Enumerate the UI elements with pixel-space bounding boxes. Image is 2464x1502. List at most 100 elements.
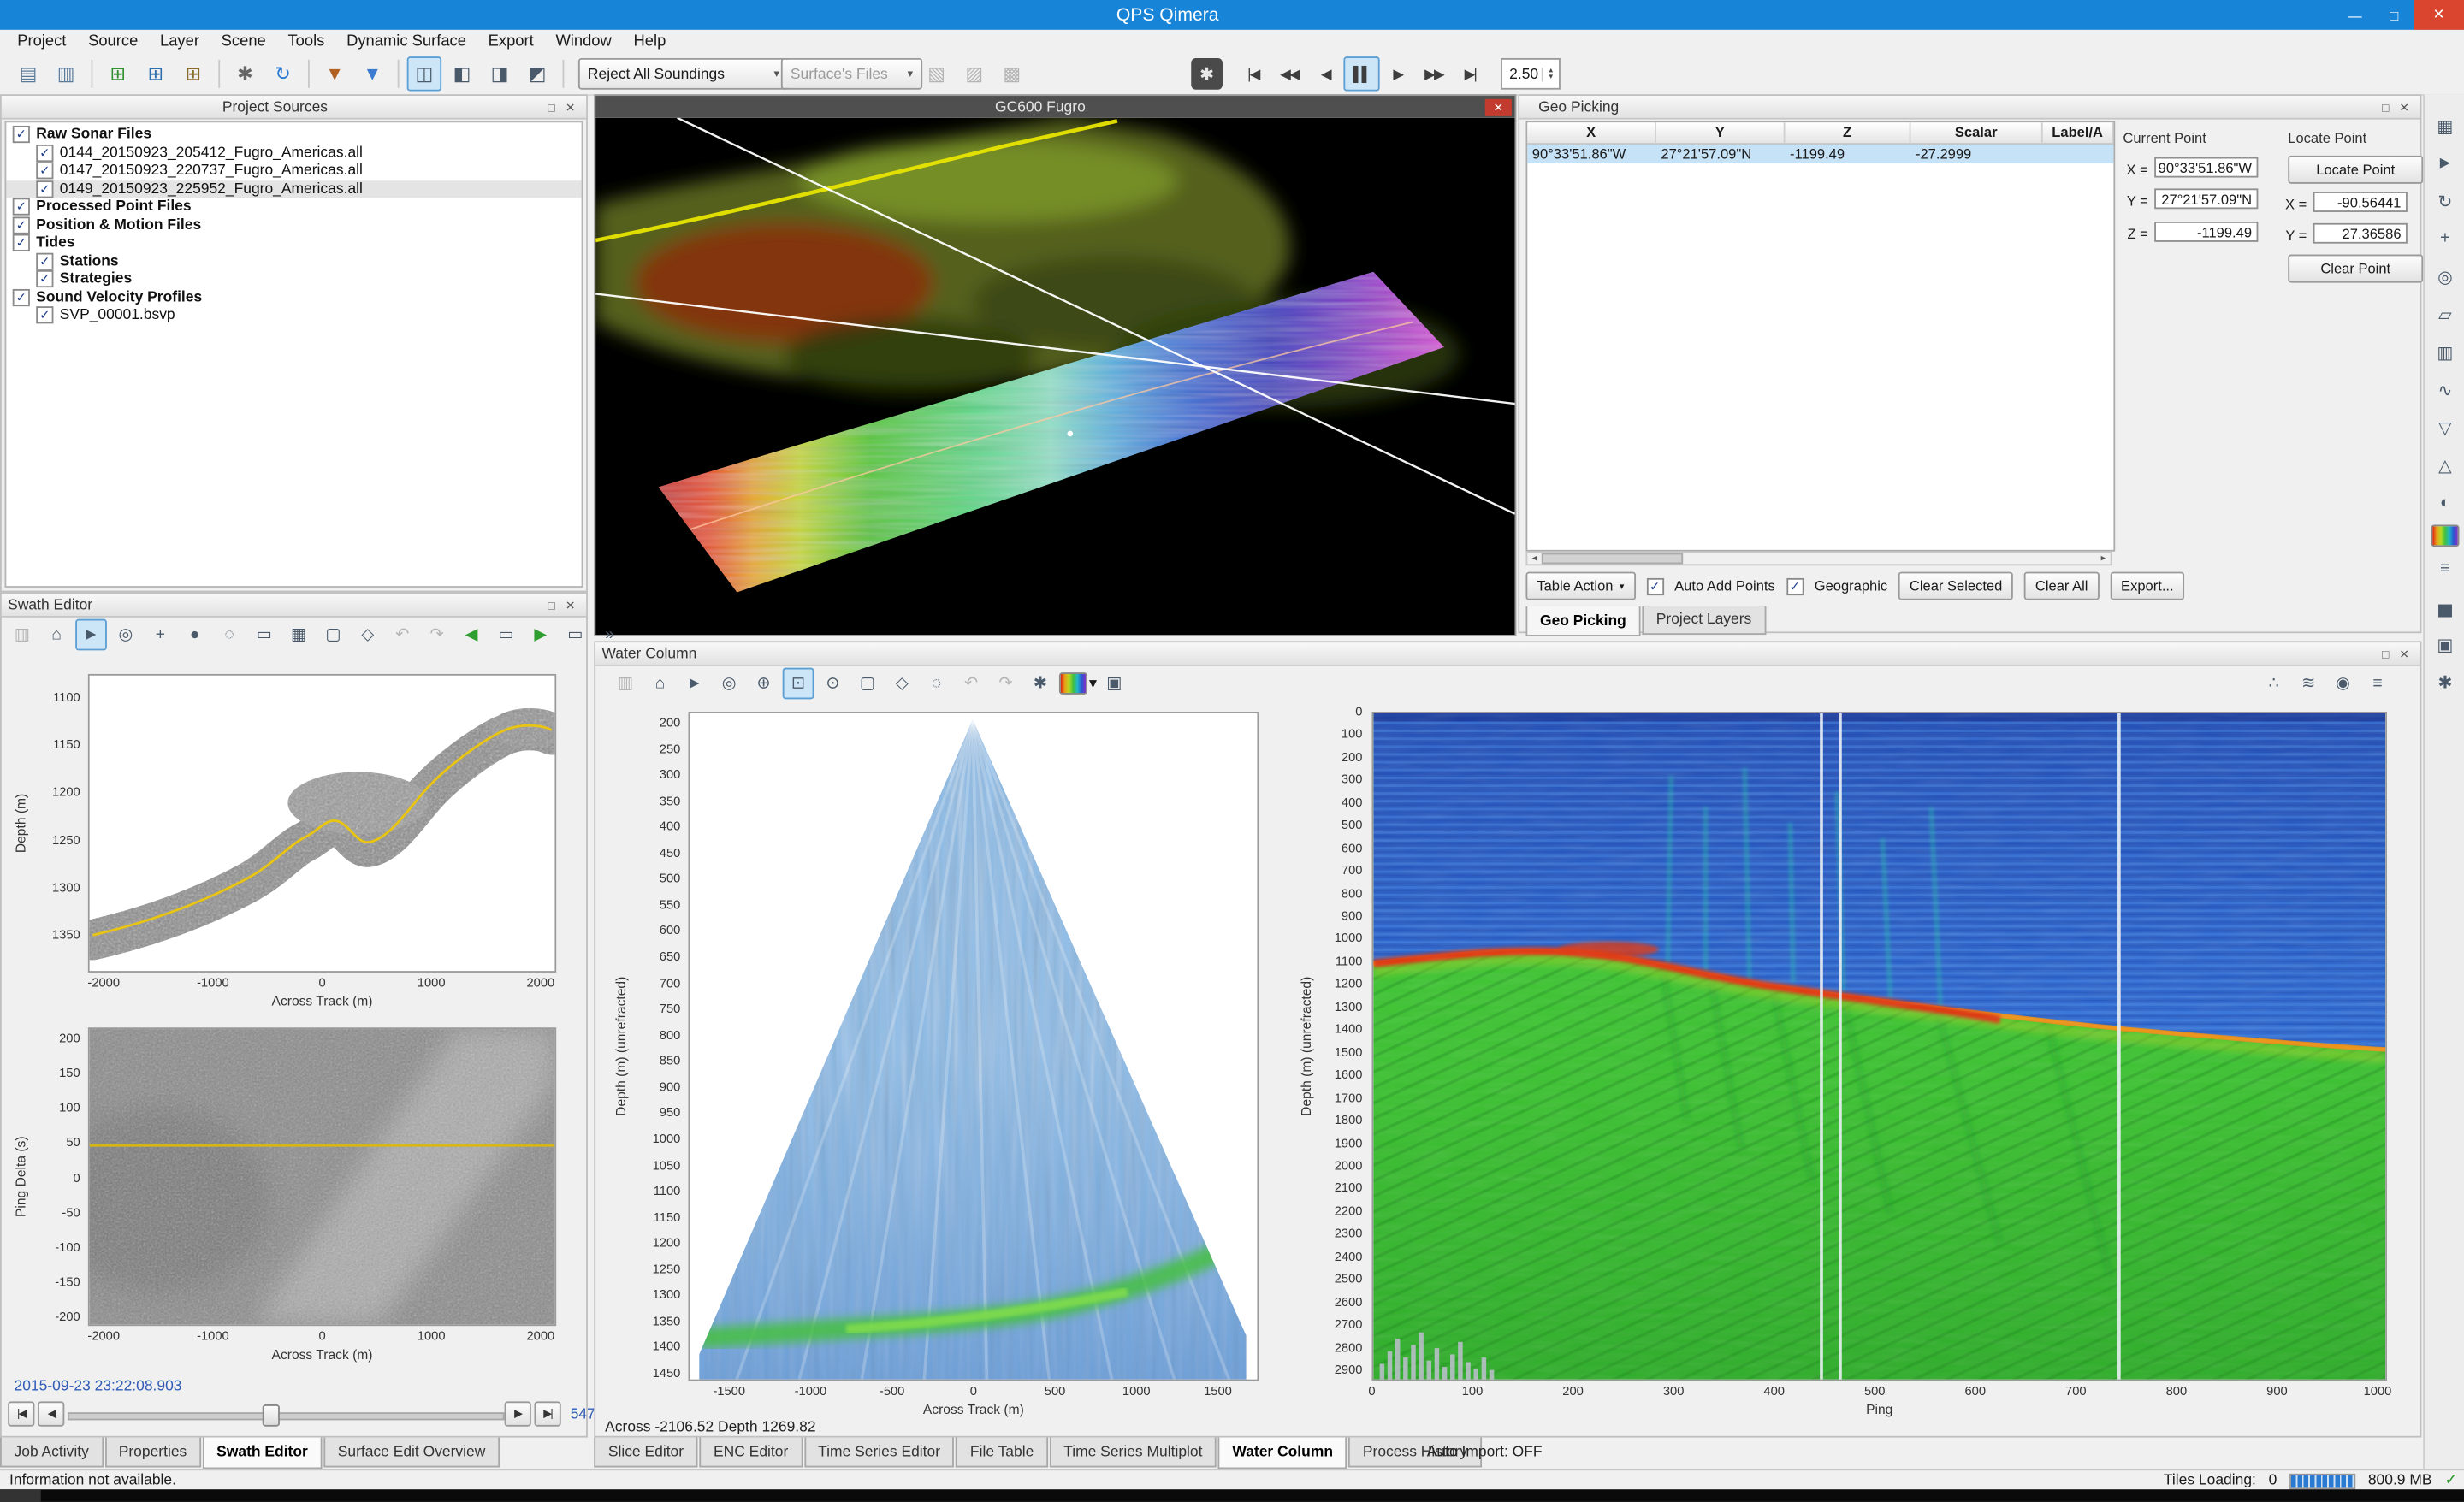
zoom-box-icon[interactable]: ⊡ — [783, 668, 814, 700]
close-icon[interactable]: ✕ — [2414, 0, 2464, 30]
next-ping-icon[interactable]: ▶ — [505, 1401, 531, 1426]
tree-item-0144-20150923-205412-fugro-americas-all[interactable]: ✓0144_20150923_205412_Fugro_Americas.all — [6, 144, 581, 162]
step-back-icon[interactable]: ◀ — [1307, 56, 1343, 91]
checkbox-icon[interactable]: ✓ — [36, 180, 53, 198]
log-view-icon[interactable]: ≡ — [2362, 668, 2394, 700]
colormap-icon[interactable] — [2431, 524, 2459, 547]
slice-view-icon[interactable]: ▥ — [2430, 336, 2461, 368]
tab-swath-editor[interactable]: Swath Editor — [203, 1438, 323, 1469]
geographic-checkbox[interactable]: ✓ Geographic — [1786, 577, 1888, 594]
checkbox-icon[interactable]: ✓ — [13, 198, 30, 216]
clear-all-button[interactable]: Clear All — [2024, 572, 2099, 600]
tab-file-table[interactable]: File Table — [956, 1438, 1047, 1468]
menu-project[interactable]: Project — [6, 33, 77, 50]
current-x-field[interactable]: 90°33'51.86"W — [2154, 157, 2258, 178]
checkbox-icon[interactable]: ✓ — [1646, 577, 1663, 594]
save-icon[interactable]: ▥ — [610, 668, 642, 700]
profile-view-icon[interactable]: ∿ — [2430, 374, 2461, 405]
surface-tool-b-icon[interactable]: ▨ — [957, 56, 992, 91]
rewind-icon[interactable]: ◀◀ — [1271, 56, 1307, 91]
locate-y-field[interactable]: 27.36586 — [2313, 223, 2408, 244]
column-header-label-a[interactable]: Label/A — [2043, 122, 2114, 143]
water-column-fan-view[interactable] — [688, 712, 1259, 1381]
close-panel-icon[interactable]: ✕ — [561, 98, 580, 115]
tab-job-activity[interactable]: Job Activity — [0, 1438, 103, 1468]
tab-surface-edit-overview[interactable]: Surface Edit Overview — [323, 1438, 500, 1468]
tab-properties[interactable]: Properties — [104, 1438, 201, 1468]
checkbox-icon[interactable]: ✓ — [13, 234, 30, 251]
histogram-icon[interactable]: ▅ — [2430, 591, 2461, 623]
select-cursor-icon[interactable]: ► — [678, 668, 710, 700]
playback-settings-icon[interactable]: ✱ — [1191, 58, 1223, 90]
reject-mode-dropdown[interactable]: Reject All Soundings ▾ — [578, 58, 789, 90]
tree-item-sound-velocity-profiles[interactable]: ✓Sound Velocity Profiles — [6, 288, 581, 306]
redo-icon[interactable]: ↷ — [421, 619, 453, 651]
tree-item-0147-20150923-220737-fugro-americas-all[interactable]: ✓0147_20150923_220737_Fugro_Americas.all — [6, 162, 581, 180]
reprocess-icon[interactable]: ↻ — [265, 56, 299, 91]
menu-dynamic-surface[interactable]: Dynamic Surface — [335, 33, 477, 50]
menu-export[interactable]: Export — [477, 33, 545, 50]
checkbox-icon[interactable]: ✓ — [36, 252, 53, 269]
play-icon[interactable]: ▶ — [1380, 56, 1416, 91]
playback-speed-spinner[interactable]: 2.50 ▴ ▾ — [1501, 58, 1561, 90]
table-row[interactable]: 90°33'51.86"W27°21'57.09"N-1199.49-27.29… — [1527, 145, 2113, 163]
3d-edit-tool-icon[interactable]: ◧ — [445, 56, 479, 91]
colormap-icon[interactable] — [1059, 672, 1087, 695]
pause-icon[interactable]: ▌▌ — [1343, 56, 1379, 91]
tree-item-0149-20150923-225952-fugro-americas-all[interactable]: ✓0149_20150923_225952_Fugro_Americas.all — [6, 180, 581, 198]
zoom-view-icon[interactable]: ◎ — [2430, 261, 2461, 293]
zoom-dynamic-icon[interactable]: ⊙ — [817, 668, 849, 700]
measure-icon[interactable]: ▱ — [2430, 299, 2461, 330]
next-ping-icon[interactable]: ▶ — [524, 619, 556, 651]
maximize-icon[interactable]: □ — [2374, 0, 2414, 30]
tab-slice-editor[interactable]: Slice Editor — [594, 1438, 697, 1468]
undo-icon[interactable]: ↶ — [387, 619, 418, 651]
menu-scene[interactable]: Scene — [210, 33, 277, 50]
snapshot-icon[interactable]: ▣ — [2430, 629, 2461, 660]
close-panel-icon[interactable]: ✕ — [2395, 645, 2414, 662]
tree-item-tides[interactable]: ✓Tides — [6, 234, 581, 252]
zoom-icon[interactable]: ◎ — [110, 619, 142, 651]
tree-item-processed-point-files[interactable]: ✓Processed Point Files — [6, 198, 581, 216]
processing-settings-icon[interactable]: ✱ — [228, 56, 262, 91]
tab-water-column[interactable]: Water Column — [1218, 1438, 1348, 1469]
menu-source[interactable]: Source — [77, 33, 149, 50]
viewport-close-icon[interactable]: ✕ — [1485, 98, 1512, 115]
grid-select-icon[interactable]: ▦ — [283, 619, 315, 651]
locate-x-field[interactable]: -90.56441 — [2313, 192, 2408, 212]
tab-enc-editor[interactable]: ENC Editor — [699, 1438, 802, 1468]
pick-sounding-icon[interactable]: + — [145, 619, 176, 651]
menu-layer[interactable]: Layer — [149, 33, 210, 50]
menu-tools[interactable]: Tools — [277, 33, 336, 50]
ping-slider[interactable] — [68, 1403, 501, 1425]
export-button[interactable]: Export... — [2110, 572, 2184, 600]
close-panel-icon[interactable]: ✕ — [561, 596, 580, 613]
locate-point-button[interactable]: Locate Point — [2288, 156, 2423, 184]
menu-help[interactable]: Help — [623, 33, 678, 50]
checkbox-icon[interactable]: ✓ — [13, 288, 30, 305]
float-panel-icon[interactable]: □ — [542, 98, 561, 115]
select-cursor-icon[interactable]: ► — [75, 619, 107, 651]
fast-forward-icon[interactable]: ▶▶ — [1416, 56, 1452, 91]
current-y-field[interactable]: 27°21'57.09"N — [2154, 188, 2258, 209]
tree-item-svp-00001-bsvp[interactable]: ✓SVP_00001.bsvp — [6, 306, 581, 324]
subset-tool-icon[interactable]: ◨ — [483, 56, 517, 91]
prev-ping-icon[interactable]: ◀ — [38, 1401, 64, 1426]
filter-soundings-icon[interactable]: ▼ — [317, 56, 352, 91]
lasso-select-icon[interactable]: ◇ — [352, 619, 383, 651]
scrollbar-thumb[interactable] — [1542, 553, 1683, 565]
tab-geo-picking[interactable]: Geo Picking — [1525, 606, 1640, 636]
column-header-y[interactable]: Y — [1656, 122, 1786, 143]
rect-select-icon[interactable]: ▢ — [852, 668, 884, 700]
surface-tool-c-icon[interactable]: ▩ — [995, 56, 1029, 91]
reject-soundings-icon[interactable]: ◌ — [214, 619, 246, 651]
home-view-icon[interactable]: ⌂ — [644, 668, 676, 700]
tree-item-position-motion-files[interactable]: ✓Position & Motion Files — [6, 216, 581, 234]
tree-item-strategies[interactable]: ✓Strategies — [6, 270, 581, 288]
first-ping-icon[interactable]: |◀ — [8, 1401, 34, 1426]
home-view-icon[interactable]: ⌂ — [41, 619, 73, 651]
table-action-button[interactable]: Table Action ▾ — [1525, 572, 1635, 600]
float-panel-icon[interactable]: □ — [542, 596, 561, 613]
select-mode-icon[interactable]: ► — [2430, 148, 2461, 180]
checkbox-icon[interactable]: ✓ — [36, 145, 53, 162]
